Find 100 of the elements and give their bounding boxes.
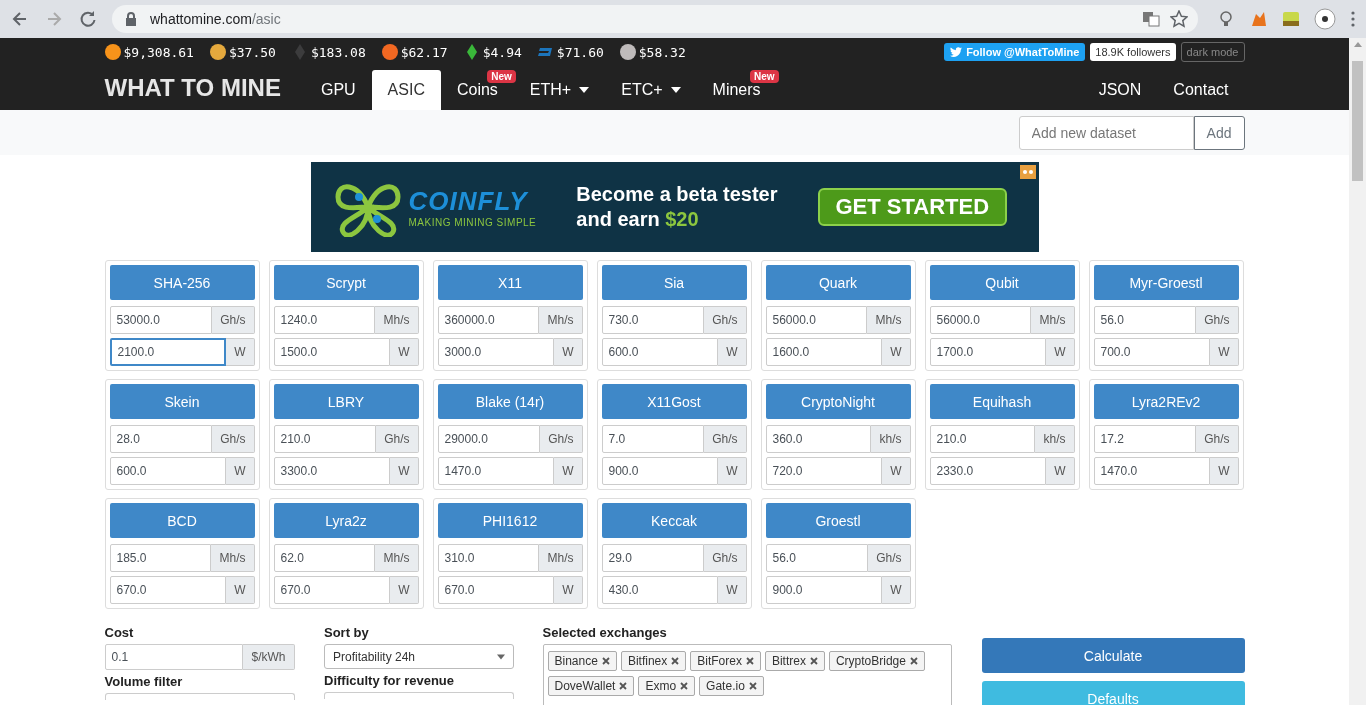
power-input[interactable]: 1500.0 [273,338,391,366]
algorithm-button[interactable]: Equihash [929,384,1075,419]
hashrate-input[interactable]: 7.0 [601,425,705,453]
star-icon[interactable] [1170,10,1188,28]
ad-banner[interactable]: COINFLY MAKING MINING SIMPLE Become a beta tester and earn $20 GET STARTED [310,162,1039,252]
algorithm-button[interactable]: PHI1612 [437,503,583,538]
power-input[interactable]: 1600.0 [765,338,883,366]
power-input[interactable]: 670.0 [273,576,391,604]
power-input[interactable]: 900.0 [601,457,719,485]
algorithm-button[interactable]: Skein [109,384,255,419]
remove-icon[interactable] [680,682,689,690]
avatar-icon[interactable] [1314,8,1336,30]
algorithm-button[interactable]: Lyra2REv2 [1093,384,1239,419]
algorithm-button[interactable]: Sia [601,265,747,300]
hashrate-input[interactable]: 56000.0 [929,306,1032,334]
hashrate-input[interactable]: 360.0 [765,425,872,453]
get-started-button[interactable]: GET STARTED [817,188,1008,226]
algorithm-button[interactable]: X11Gost [601,384,747,419]
power-input[interactable]: 670.0 [437,576,555,604]
hashrate-input[interactable]: 28.0 [109,425,213,453]
nav-link[interactable]: JSON [1082,70,1158,110]
nav-tab[interactable]: ETC+ [605,70,697,110]
extension-icon[interactable] [1282,10,1300,28]
exchange-tag[interactable]: DoveWallet [547,676,635,696]
algorithm-button[interactable]: SHA-256 [109,265,255,300]
hashrate-input[interactable]: 360000.0 [437,306,540,334]
hashrate-input[interactable]: 29.0 [601,544,705,572]
add-button[interactable]: Add [1193,115,1245,150]
power-input[interactable]: 900.0 [765,576,883,604]
algorithm-button[interactable]: Qubit [929,265,1075,300]
difficulty-input[interactable] [324,692,514,699]
scrollbar-thumb[interactable] [1352,61,1363,181]
remove-icon[interactable] [601,657,610,665]
exchange-tag[interactable]: CryptoBridge [828,651,925,671]
exchange-tag[interactable]: Exmo [638,676,696,696]
exchange-select[interactable]: Binance Bitfinex BitForex Bittrex CryptoBridge DoveWallet Exmo Gate.io [542,644,952,705]
remove-icon[interactable] [809,657,818,665]
remove-icon[interactable] [748,682,757,690]
hashrate-input[interactable]: 730.0 [601,306,705,334]
exchange-tag[interactable]: BitForex [690,651,761,671]
exchange-tag[interactable]: Binance [547,651,617,671]
volume-filter-input[interactable] [104,693,295,700]
power-input[interactable]: 600.0 [601,338,719,366]
algorithm-button[interactable]: Quark [765,265,911,300]
power-input[interactable]: 700.0 [1093,338,1211,366]
power-input[interactable]: 720.0 [765,457,883,485]
hashrate-input[interactable]: 56000.0 [765,306,868,334]
nav-link[interactable]: Contact [1157,70,1245,110]
translate-icon[interactable] [1142,10,1160,28]
power-input[interactable]: 1700.0 [929,338,1047,366]
algorithm-button[interactable]: Keccak [601,503,747,538]
power-input[interactable]: 670.0 [109,576,227,604]
dataset-input[interactable]: Add new dataset [1018,115,1194,150]
power-input[interactable]: 3300.0 [273,457,391,485]
hashrate-input[interactable]: 29000.0 [437,425,541,453]
scroll-up-icon[interactable] [1353,42,1362,47]
algorithm-button[interactable]: Scrypt [273,265,419,300]
hashrate-input[interactable]: 17.2 [1093,425,1197,453]
hashrate-input[interactable]: 210.0 [273,425,377,453]
exchange-tag[interactable]: Bitfinex [620,651,687,671]
algorithm-button[interactable]: BCD [109,503,255,538]
remove-icon[interactable] [909,657,918,665]
power-input[interactable]: 1470.0 [1093,457,1211,485]
dark-mode-button[interactable]: dark mode [1180,42,1245,62]
hashrate-input[interactable]: 185.0 [109,544,212,572]
power-input[interactable]: 2330.0 [929,457,1047,485]
remove-icon[interactable] [745,657,754,665]
power-input[interactable]: 2100.0 [109,338,227,366]
hashrate-input[interactable]: 1240.0 [273,306,376,334]
cost-input[interactable]: 0.1 [104,644,244,670]
remove-icon[interactable] [671,657,680,665]
power-input[interactable]: 1470.0 [437,457,555,485]
algorithm-button[interactable]: X11 [437,265,583,300]
algorithm-button[interactable]: Lyra2z [273,503,419,538]
exchange-tag[interactable]: Bittrex [764,651,825,671]
hashrate-input[interactable]: 210.0 [929,425,1036,453]
nav-tab[interactable]: GPU [304,70,372,110]
menu-icon[interactable] [1350,10,1356,28]
algorithm-button[interactable]: Myr-Groestl [1093,265,1239,300]
nav-tab[interactable]: ASIC [371,70,441,110]
hashrate-input[interactable]: 56.0 [1093,306,1197,334]
nav-tab[interactable]: ETH+ [513,70,606,110]
hashrate-input[interactable]: 53000.0 [109,306,213,334]
algorithm-button[interactable]: CryptoNight [765,384,911,419]
hashrate-input[interactable]: 62.0 [273,544,376,572]
remove-icon[interactable] [619,682,628,690]
power-input[interactable]: 430.0 [601,576,719,604]
site-logo[interactable]: WHAT TO MINE [104,74,281,102]
algorithm-button[interactable]: LBRY [273,384,419,419]
power-input[interactable]: 3000.0 [437,338,555,366]
address-bar[interactable]: whattomine.com/asic [112,5,1198,33]
algorithm-button[interactable]: Groestl [765,503,911,538]
hashrate-input[interactable]: 56.0 [765,544,869,572]
sort-dropdown[interactable]: Profitability 24h [324,644,514,669]
ad-choices-icon[interactable] [1019,165,1036,179]
calculate-button[interactable]: Calculate [981,638,1245,673]
algorithm-button[interactable]: Blake (14r) [437,384,583,419]
hashrate-input[interactable]: 310.0 [437,544,540,572]
power-input[interactable]: 600.0 [109,457,227,485]
exchange-tag[interactable]: Gate.io [699,676,764,696]
